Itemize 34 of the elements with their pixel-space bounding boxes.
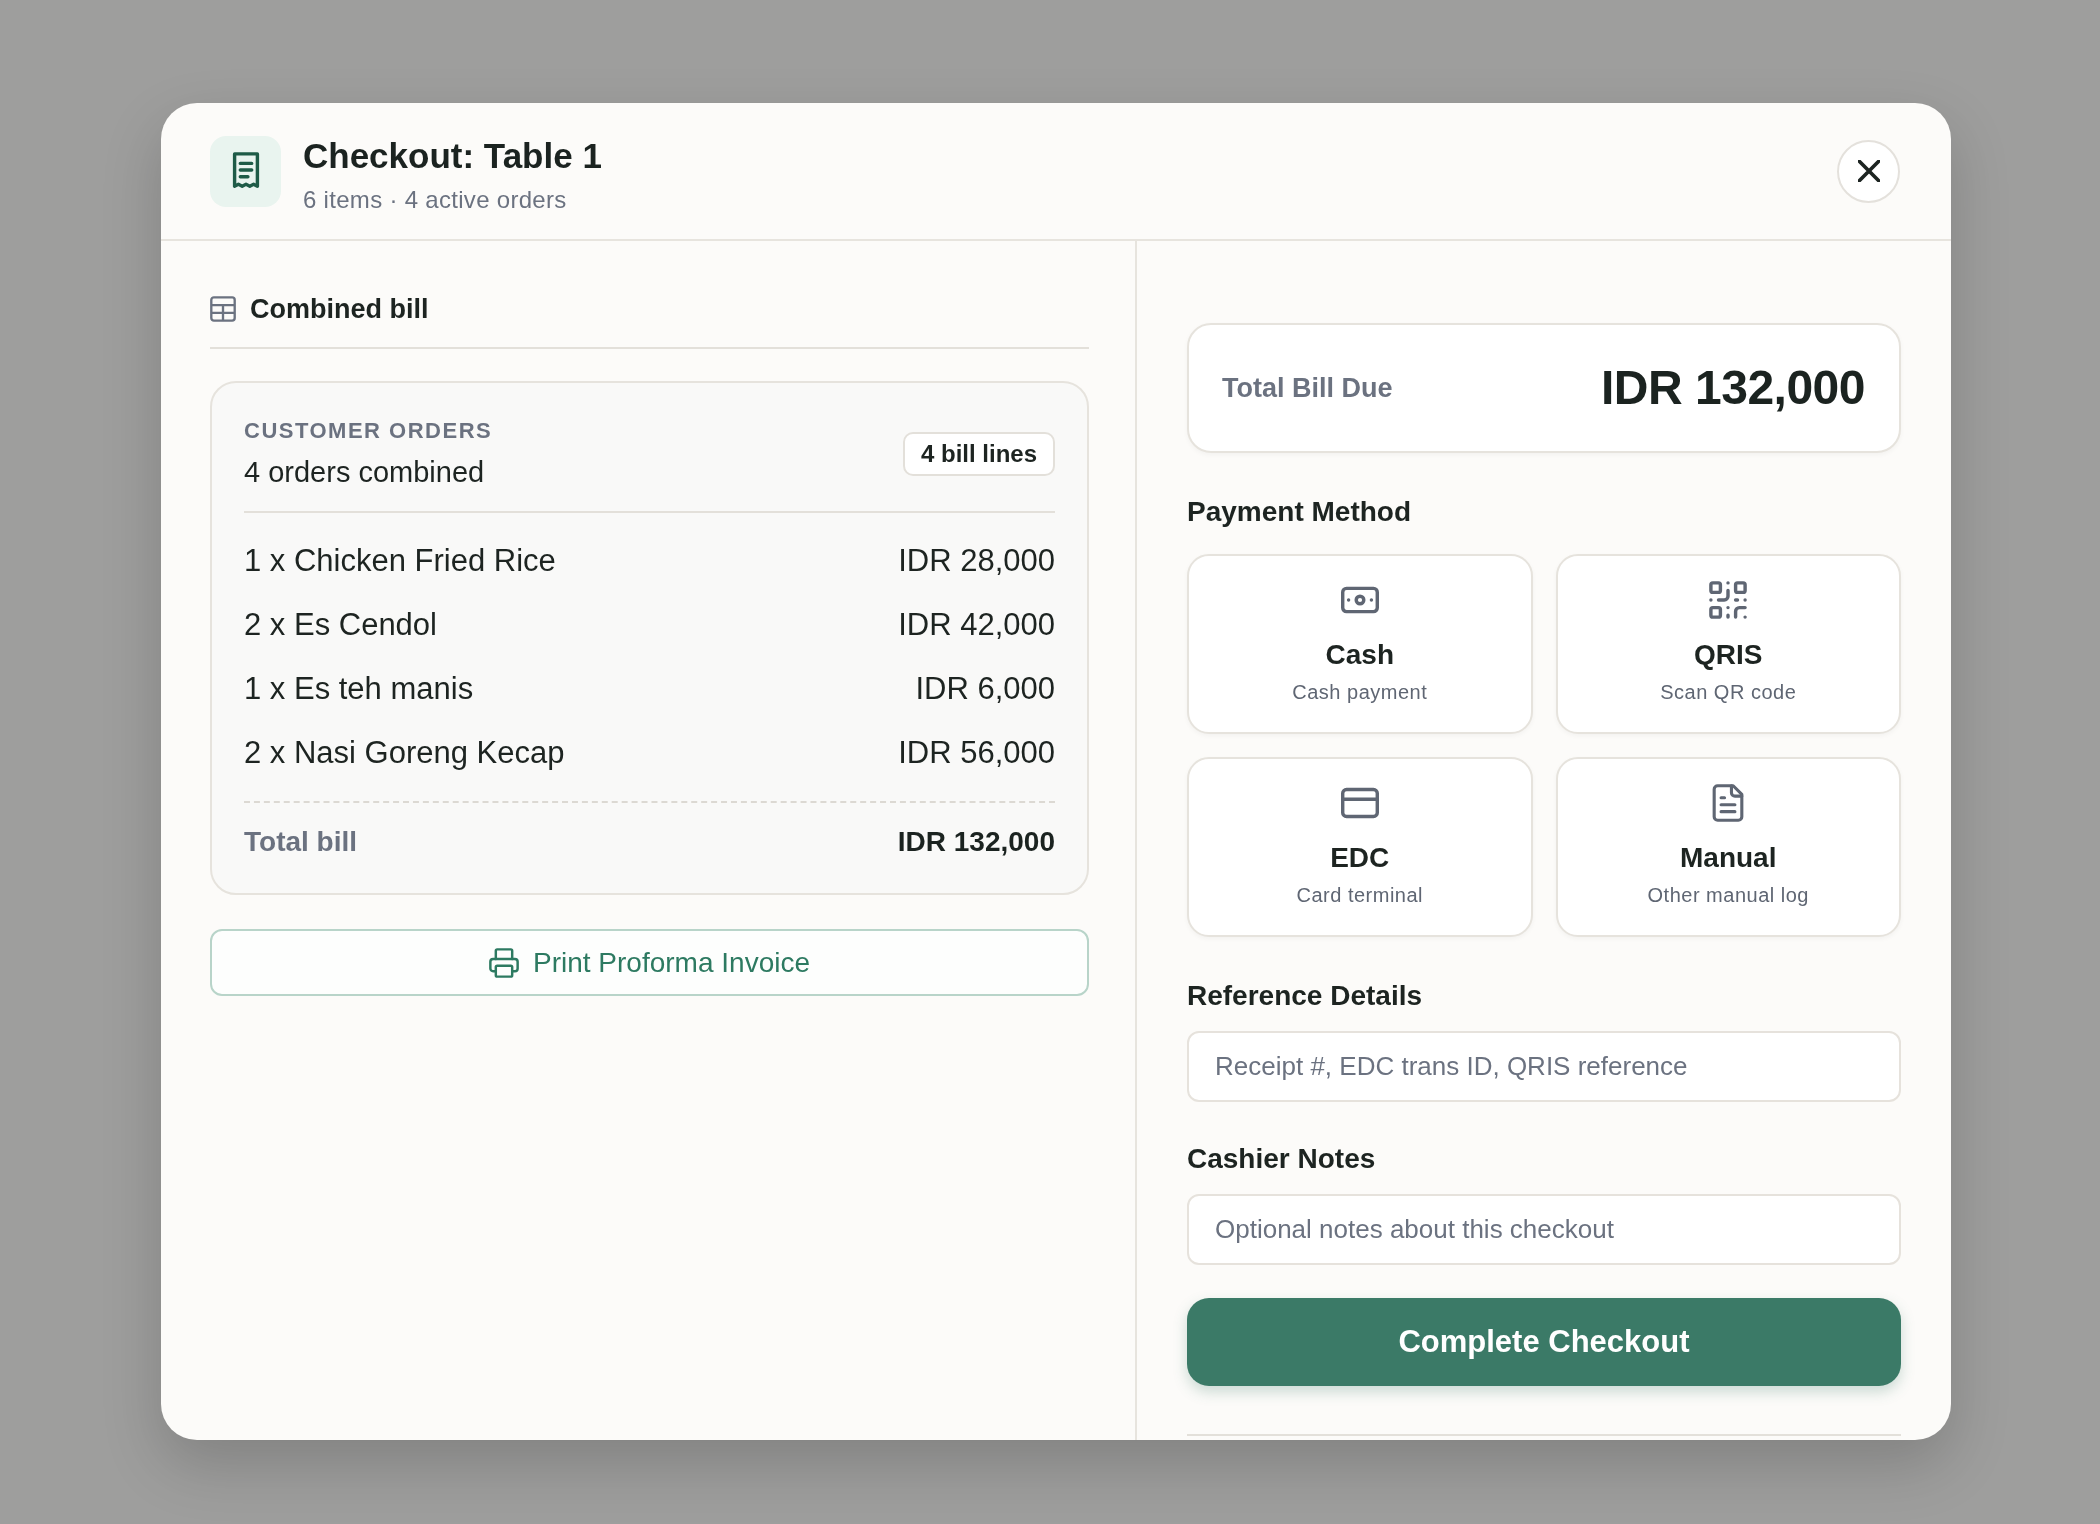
order-item-price: IDR 6,000 <box>915 670 1055 708</box>
order-item: 1 x Chicken Fried Rice <box>244 542 556 580</box>
total-amount: IDR 132,000 <box>897 825 1055 859</box>
section-heading: Combined bill <box>250 293 429 326</box>
order-item-price: IDR 28,000 <box>898 542 1055 580</box>
order-item: 1 x Es teh manis <box>244 670 474 708</box>
printer-icon <box>489 947 519 978</box>
order-item: 2 x Nasi Goreng Kecap <box>244 734 565 772</box>
orders-summary: 4 orders combined <box>244 455 486 490</box>
complete-checkout-button[interactable]: Complete Checkout <box>1187 1298 1901 1386</box>
total-due-label: Total Bill Due <box>1222 372 1393 405</box>
receipt-icon <box>210 135 281 207</box>
dialog-subtitle: 6 items · 4 active orders <box>303 185 568 215</box>
field-label: Reference Details <box>1187 979 1423 1013</box>
orders-eyebrow: CUSTOMER ORDERS <box>244 417 493 445</box>
payment-method-option[interactable]: Manual Other manual log <box>1555 757 1901 937</box>
order-item-price: IDR 56,000 <box>898 734 1055 772</box>
notes-input[interactable]: Optional notes about this checkout <box>1187 1194 1901 1265</box>
reference-input[interactable]: Receipt #, EDC trans ID, QRIS reference <box>1187 1031 1901 1102</box>
order-item: 2 x Es Cendol <box>244 606 437 644</box>
total-due-amount: IDR 132,000 <box>1601 360 1865 416</box>
payment-method-option[interactable]: EDC Card terminal <box>1187 757 1533 937</box>
payment-method-option[interactable]: Cash Cash payment <box>1187 554 1533 734</box>
table-icon <box>210 296 236 322</box>
field-label: Payment Method <box>1187 495 1413 529</box>
bill-lines-badge: 4 bill lines <box>902 431 1055 476</box>
qr-code-icon <box>1709 581 1748 619</box>
order-item-price: IDR 42,000 <box>898 606 1055 644</box>
close-icon <box>1857 160 1880 182</box>
print-invoice-button[interactable]: Print Proforma Invoice <box>210 929 1089 996</box>
field-label: Cashier Notes <box>1187 1142 1377 1176</box>
dialog-title: Checkout: Table 1 <box>303 135 603 177</box>
payment-method-option[interactable]: QRIS Scan QR code <box>1555 554 1901 734</box>
total-label: Total bill <box>244 825 358 859</box>
